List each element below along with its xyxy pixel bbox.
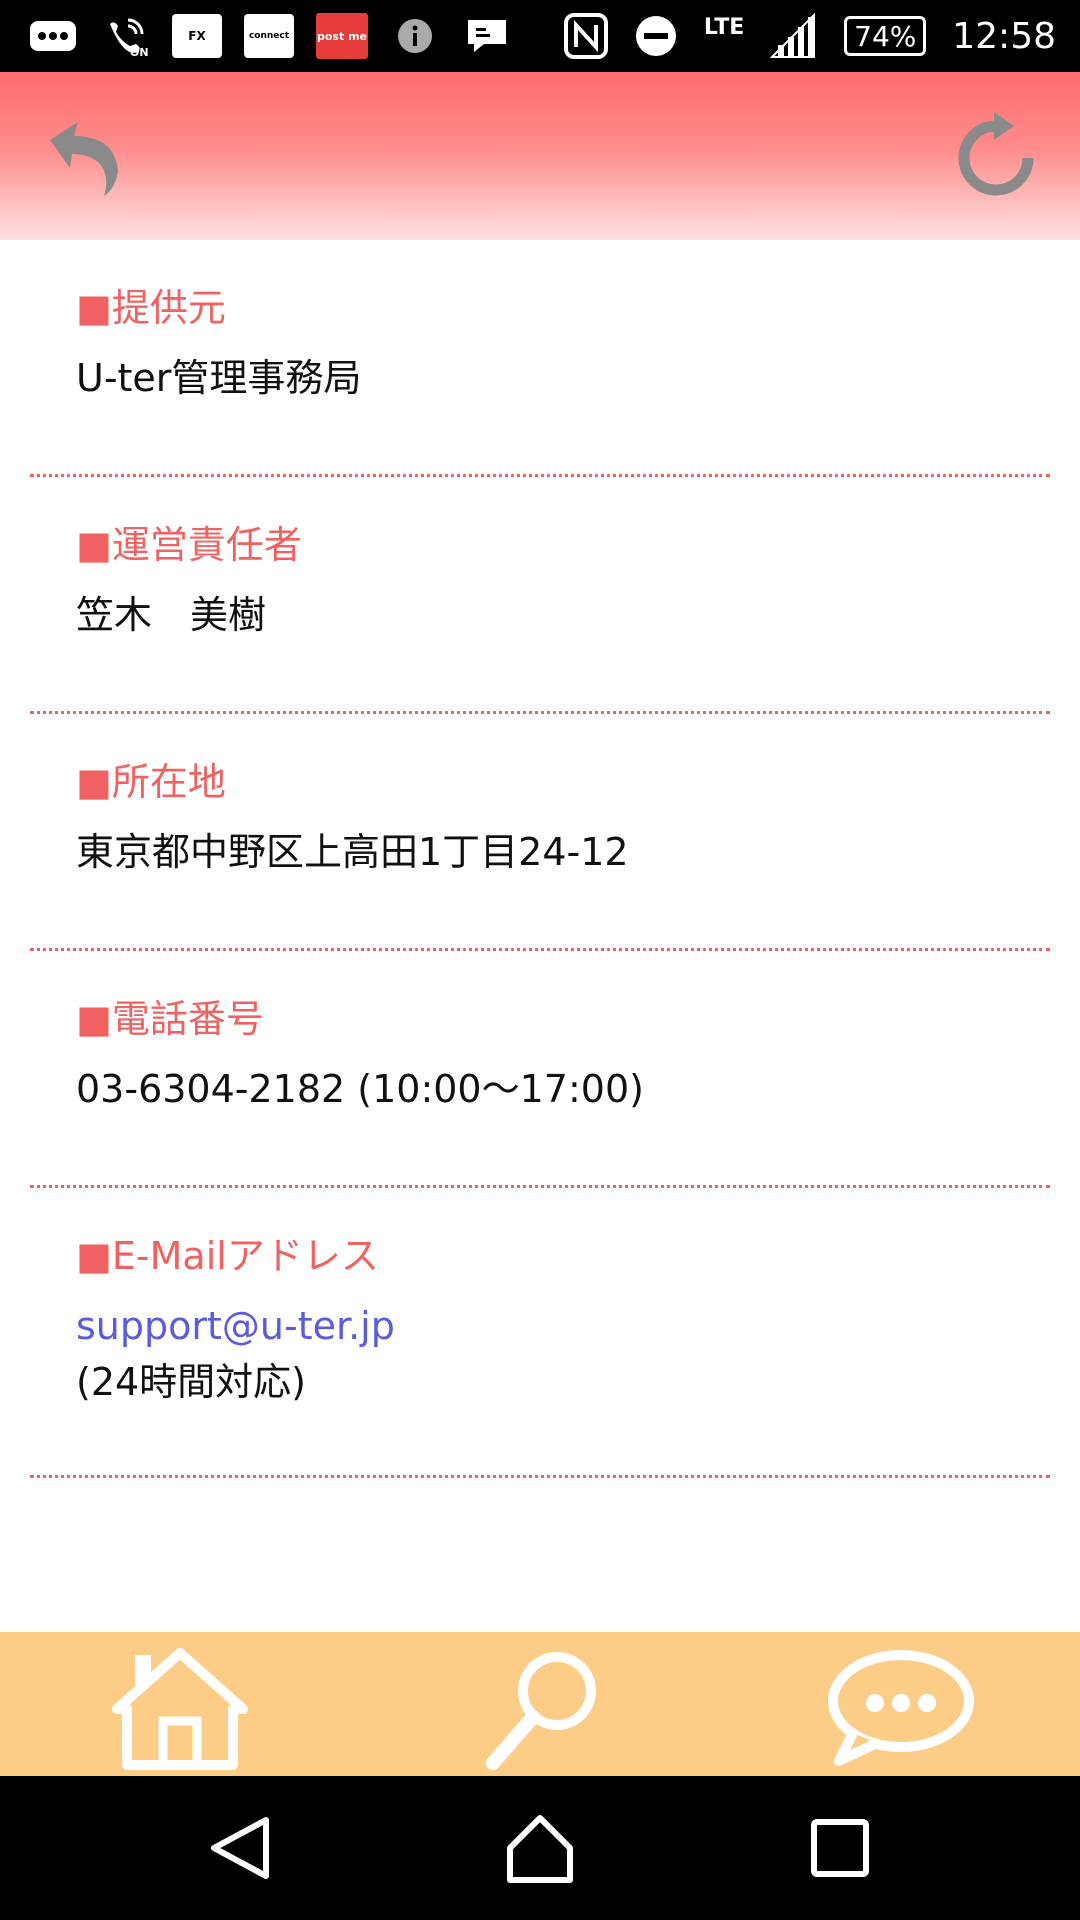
back-arrow-icon [50, 122, 118, 196]
reload-icon [958, 112, 1034, 196]
status-bar: ON FX connect post me LTE 74% 12:58 [0, 0, 1080, 72]
connect-icon: connect [244, 14, 294, 58]
app-root: ON FX connect post me LTE 74% 12:58 ■提供元… [0, 0, 1080, 1920]
app-header [0, 72, 1080, 240]
system-nav-bar [0, 1776, 1080, 1920]
signal-icon [770, 13, 816, 58]
section-phone: ■電話番号 03-6304-2182 (10:00〜17:00) [30, 951, 1050, 1188]
battery-indicator: 74% [844, 16, 927, 56]
bottom-tab-bar [0, 1632, 1080, 1776]
notification-icons: ON FX connect post me [0, 13, 512, 59]
svg-text:ON: ON [130, 46, 148, 58]
nav-back-button[interactable] [200, 1808, 280, 1888]
network-type: LTE [703, 14, 745, 40]
nfc-icon [563, 13, 608, 59]
section-title: ■所在地 [76, 760, 226, 804]
back-button[interactable] [40, 110, 136, 206]
nav-recent-button[interactable] [800, 1808, 880, 1888]
section-address: ■所在地 東京都中野区上高田1丁目24-12 [30, 714, 1050, 951]
fx-label: FX [188, 29, 206, 43]
clock: 12:58 [952, 15, 1056, 57]
email-note: (24時間対応) [76, 1360, 307, 1404]
section-value: 03-6304-2182 (10:00〜17:00) [76, 1067, 644, 1111]
section-provider: ■提供元 U-ter管理事務局 [30, 240, 1050, 477]
battery-level: 74% [854, 19, 917, 53]
wifi-calling-icon: ON [100, 14, 150, 58]
home-icon [112, 1648, 248, 1770]
more-icon [28, 14, 78, 58]
nav-home-button[interactable] [500, 1808, 580, 1888]
reload-button[interactable] [948, 110, 1044, 206]
nav-home-icon [507, 1815, 573, 1883]
section-title: ■E-Mailアドレス [76, 1234, 379, 1278]
section-value: 東京都中野区上高田1丁目24-12 [76, 830, 629, 874]
postme-label: post me [317, 29, 367, 43]
section-title: ■運営責任者 [76, 523, 302, 567]
message-icon [462, 14, 512, 58]
section-value: 笠木 美樹 [76, 593, 267, 637]
nav-recent-icon [811, 1819, 869, 1877]
do-not-disturb-icon [635, 16, 676, 56]
section-manager: ■運営責任者 笠木 美樹 [30, 477, 1050, 714]
info-icon [390, 14, 440, 58]
postme-icon: post me [316, 13, 368, 59]
section-title: ■電話番号 [76, 997, 264, 1041]
section-value: support@u-ter.jp (24時間対応) [76, 1300, 395, 1408]
section-email: ■E-Mailアドレス support@u-ter.jp (24時間対応) [30, 1188, 1050, 1478]
tab-chat[interactable] [820, 1644, 980, 1774]
fx-icon: FX [172, 14, 222, 58]
nav-back-icon [211, 1817, 269, 1879]
section-value: U-ter管理事務局 [76, 356, 362, 400]
chat-icon [828, 1650, 974, 1766]
tab-search[interactable] [460, 1644, 620, 1774]
info-list: ■提供元 U-ter管理事務局 ■運営責任者 笠木 美樹 ■所在地 東京都中野区… [30, 240, 1050, 1478]
tab-home[interactable] [100, 1644, 260, 1774]
connect-label: connect [248, 31, 290, 41]
section-title: ■提供元 [76, 286, 226, 330]
search-icon [486, 1652, 596, 1770]
email-link[interactable]: support@u-ter.jp [76, 1300, 395, 1352]
system-status: LTE 74% 12:58 [563, 0, 1056, 72]
